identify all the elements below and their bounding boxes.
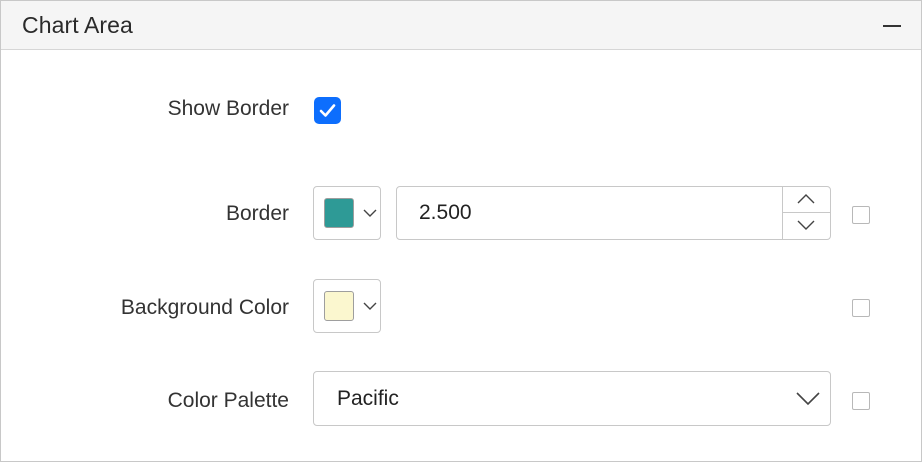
panel-title: Chart Area [22, 12, 133, 38]
increment-button[interactable] [782, 187, 830, 213]
background-color-swatch [324, 291, 354, 321]
chevron-down-icon [797, 220, 815, 230]
color-palette-dropdown[interactable]: Pacific [313, 371, 831, 426]
decrement-button[interactable] [782, 213, 830, 239]
color-palette-value: Pacific [337, 387, 399, 410]
border-width-numeric [396, 186, 831, 240]
background-expression-checkbox[interactable] [852, 299, 870, 317]
border-color-swatch [324, 198, 354, 228]
border-width-input[interactable] [397, 187, 782, 239]
chevron-down-icon [796, 392, 820, 406]
background-color-picker[interactable] [313, 279, 381, 333]
color-palette-label: Color Palette [167, 389, 289, 412]
background-color-label: Background Color [120, 296, 289, 319]
palette-expression-checkbox[interactable] [852, 392, 870, 410]
border-label: Border [225, 202, 289, 225]
show-border-label: Show Border [167, 97, 289, 120]
checkmark-icon [319, 104, 336, 117]
chevron-down-icon [363, 209, 377, 217]
show-border-checkbox[interactable] [314, 97, 341, 124]
border-expression-checkbox[interactable] [852, 206, 870, 224]
chart-area-panel: Chart Area Show Border Border Background… [0, 0, 922, 462]
chevron-down-icon [363, 302, 377, 310]
panel-header[interactable]: Chart Area [1, 1, 921, 50]
minus-icon[interactable] [881, 15, 903, 37]
chevron-up-icon [797, 194, 815, 204]
border-color-picker[interactable] [313, 186, 381, 240]
